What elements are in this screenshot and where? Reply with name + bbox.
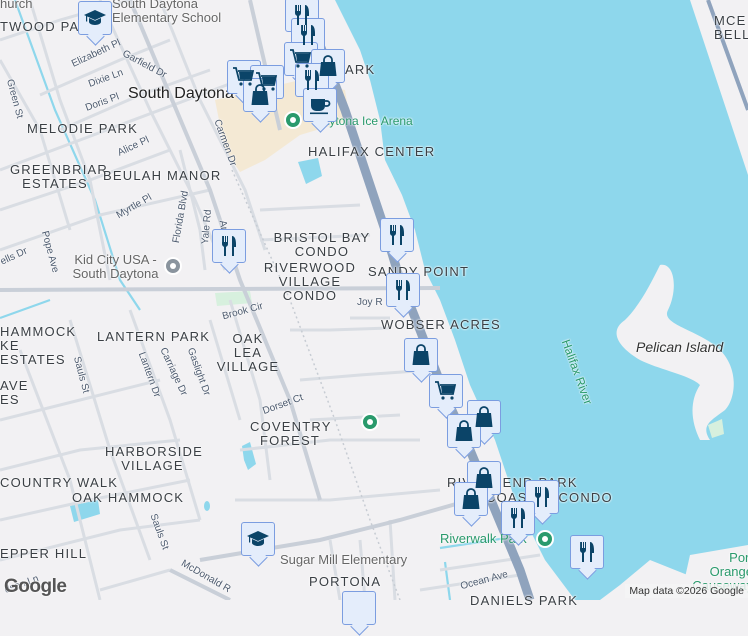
neighborhood-label: MELODIE PARK: [27, 121, 138, 136]
restaurant-icon: [305, 70, 319, 90]
coffee-cup-icon: [309, 98, 331, 115]
park-pin-icon[interactable]: [536, 530, 554, 548]
school-icon: [84, 10, 106, 25]
neighborhood-label: HALIFAX CENTER: [308, 144, 436, 159]
neighborhood-label: TWOOD PARK: [0, 20, 99, 34]
restaurant-marker[interactable]: [570, 535, 604, 569]
cart-icon: [434, 381, 456, 401]
poi-label[interactable]: Kid City USA - South Daytona: [68, 253, 163, 281]
neighborhood-label: COVENTRY FOREST: [250, 419, 332, 448]
neighborhood-label: AVE ES: [0, 378, 29, 407]
neighborhood-label: PORTONA: [309, 574, 382, 589]
shopping-marker[interactable]: [243, 78, 277, 112]
shopping-marker[interactable]: [454, 482, 488, 516]
restaurant-marker[interactable]: [525, 480, 559, 514]
restaurant-icon: [535, 487, 549, 507]
grocery-marker[interactable]: [429, 374, 463, 408]
restaurant-marker[interactable]: [386, 273, 420, 307]
school-marker[interactable]: [78, 1, 112, 35]
restaurant-icon: [580, 542, 594, 562]
neighborhood-label: MCE BELL: [714, 13, 748, 42]
neighborhood-label: ARK: [345, 62, 376, 77]
restaurant-icon: [511, 508, 525, 528]
poi-label[interactable]: South Daytona Elementary School: [112, 0, 227, 25]
neighborhood-label: COUNTRY WALK: [0, 475, 119, 490]
restaurant-marker[interactable]: [380, 218, 414, 252]
island-label: Pelican Island: [636, 339, 724, 355]
city-label: South Daytona: [128, 85, 234, 102]
restaurant-marker[interactable]: [295, 63, 329, 97]
neighborhood-label: DANIELS PARK: [470, 593, 579, 608]
search-marker[interactable]: [342, 591, 376, 625]
school-icon: [247, 531, 269, 546]
neighborhood-label: WOBSER ACRES: [381, 317, 501, 332]
poi-pin-icon[interactable]: [284, 111, 302, 129]
shopping-bag-icon: [250, 84, 270, 106]
restaurant-icon: [390, 225, 404, 245]
shopping-bag-icon: [454, 420, 474, 442]
shopping-bag-icon: [411, 344, 431, 366]
google-logo[interactable]: Google: [4, 576, 67, 598]
shopping-marker[interactable]: [447, 414, 481, 448]
shopping-marker[interactable]: [404, 338, 438, 372]
restaurant-marker[interactable]: [501, 501, 535, 535]
poi-pin-icon[interactable]: [164, 257, 182, 275]
neighborhood-label: OAK LEA VILLAGE: [216, 331, 280, 374]
neighborhood-label: OAK HAMMOCK: [72, 490, 185, 505]
neighborhood-label: BRISTOL BAY CONDO: [273, 230, 371, 259]
neighborhood-label: RIVERWOOD VILLAGE CONDO: [263, 260, 357, 303]
restaurant-icon: [301, 25, 315, 45]
neighborhood-label: GREENBRIAR ESTATES: [10, 162, 108, 191]
poi-label[interactable]: hurch: [0, 0, 33, 11]
shopping-bag-icon: [461, 488, 481, 510]
poi-pin-icon[interactable]: [361, 413, 379, 431]
neighborhood-label: EPPER HILL: [0, 546, 88, 561]
school-marker[interactable]: [241, 522, 275, 556]
map-attribution[interactable]: Map data ©2026 Google: [625, 584, 748, 598]
street-label: Joy R: [357, 297, 383, 308]
poi-label[interactable]: Sugar Mill Elementary: [280, 553, 407, 567]
restaurant-icon: [396, 280, 410, 300]
restaurant-marker[interactable]: [212, 229, 246, 263]
neighborhood-label: HARBORSIDE VILLAGE: [105, 444, 203, 473]
cafe-marker[interactable]: [303, 88, 337, 122]
neighborhood-label: LANTERN PARK: [97, 329, 211, 344]
restaurant-icon: [222, 236, 236, 256]
neighborhood-label: BEULAH MANOR: [103, 168, 222, 183]
